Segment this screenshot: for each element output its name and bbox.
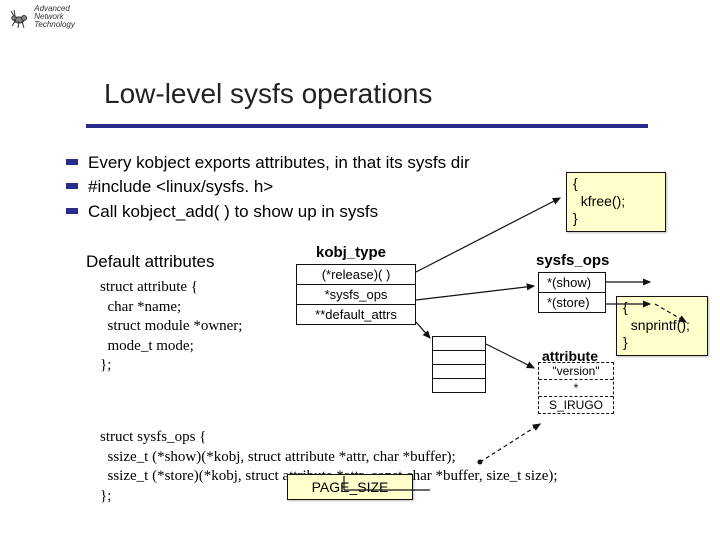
attr-row-mode: S_IRUGO — [539, 397, 613, 413]
bullet-item: Every kobject exports attributes, in tha… — [66, 152, 470, 174]
title-underline — [86, 124, 648, 128]
kobj-row-defaultattrs: **default_attrs — [297, 305, 415, 324]
logo: Advanced Network Technology — [6, 4, 76, 30]
struct-attribute-code: struct attribute { char *name; struct mo… — [100, 278, 242, 376]
attr-row-owner: * — [539, 380, 613, 397]
code-box-snprintf: { snprintf(); } — [616, 296, 708, 356]
default-attrs-array — [432, 336, 486, 393]
label-sysfs-ops: sysfs_ops — [536, 252, 609, 269]
sysops-row-store: *(store) — [539, 293, 605, 312]
kobj-row-sysfsops: *sysfs_ops — [297, 285, 415, 305]
logo-text: Advanced Network Technology — [34, 5, 74, 29]
code-box-kfree: { kfree(); } — [566, 172, 666, 232]
page-size-box: PAGE_SIZE — [287, 474, 413, 500]
attr-row-name: "version" — [539, 363, 613, 380]
subhead-default-attrs: Default attributes — [86, 252, 215, 272]
slide-title: Low-level sysfs operations — [104, 78, 432, 110]
sysops-row-show: *(show) — [539, 273, 605, 293]
label-kobj-type: kobj_type — [316, 244, 386, 261]
bullet-item: Call kobject_add( ) to show up in sysfs — [66, 201, 470, 223]
kobj-row-release: (*release)( ) — [297, 265, 415, 285]
sysfs-ops-box: *(show) *(store) — [538, 272, 606, 313]
kobj-type-box: (*release)( ) *sysfs_ops **default_attrs — [296, 264, 416, 325]
bullet-item: #include <linux/sysfs. h> — [66, 176, 470, 198]
attribute-box: "version" * S_IRUGO — [538, 362, 614, 414]
ant-icon — [6, 4, 32, 30]
bullet-list: Every kobject exports attributes, in tha… — [66, 152, 470, 225]
